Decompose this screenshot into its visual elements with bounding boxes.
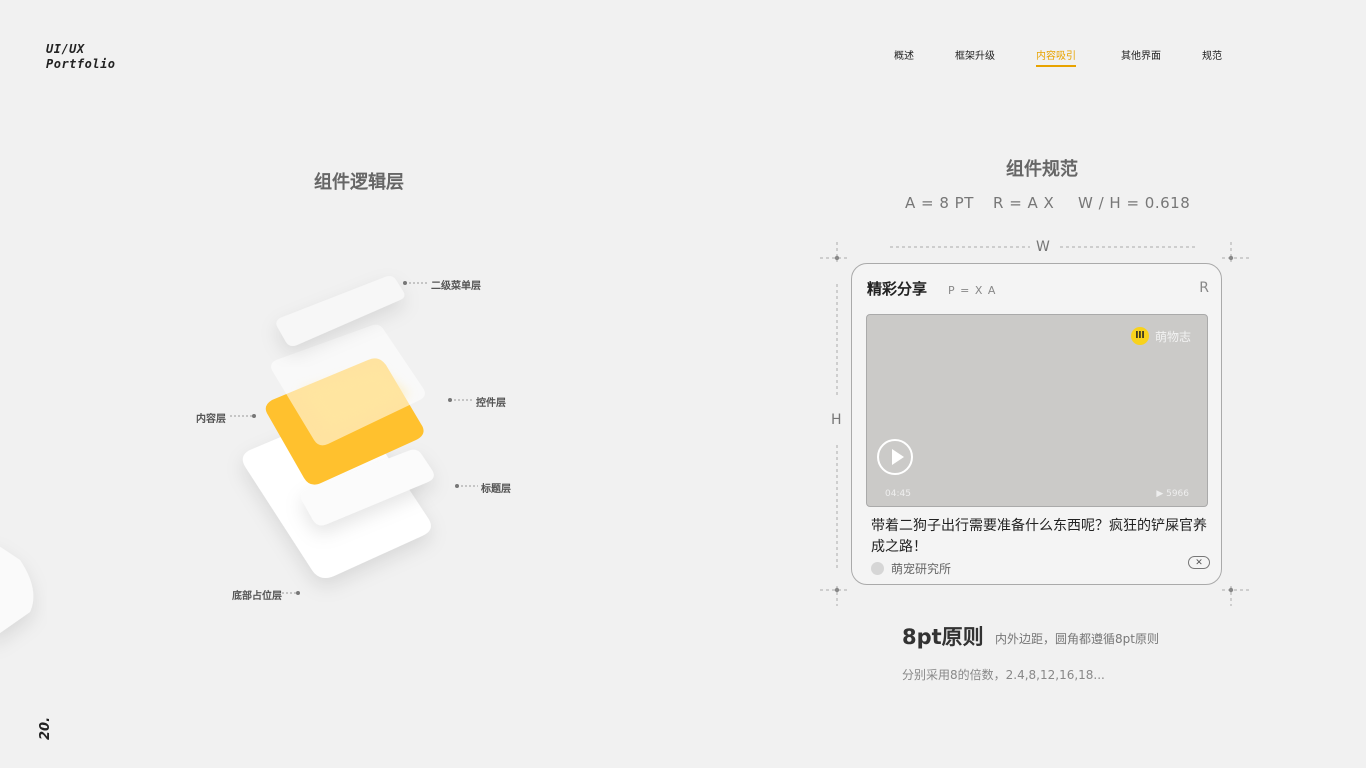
principle-note: 分别采用8的倍数，2.4,8,12,16,18... bbox=[902, 668, 1105, 682]
video-thumbnail[interactable]: lll 萌物志 04:45 ▶ 5966 bbox=[866, 314, 1208, 507]
play-icon[interactable] bbox=[877, 439, 913, 475]
principle-subtitle: 内外边距，圆角都遵循8pt原则 bbox=[995, 632, 1159, 646]
content-card[interactable]: 精彩分享 P = X A R lll 萌物志 04:45 ▶ 5966 带着二狗… bbox=[851, 263, 1222, 585]
card-title: 精彩分享 bbox=[867, 280, 928, 298]
card-author[interactable]: 萌宠研究所 bbox=[871, 560, 951, 577]
author-name: 萌宠研究所 bbox=[891, 562, 952, 576]
padding-annotation: P = X A bbox=[948, 284, 997, 297]
width-label: W bbox=[1036, 239, 1050, 255]
video-brand: lll 萌物志 bbox=[1130, 327, 1191, 345]
card-description[interactable]: 带着二狗子出行需要准备什么东西呢？疯狂的铲屎官养成之路！ bbox=[871, 516, 1211, 558]
brand-logo-icon: lll bbox=[1130, 327, 1149, 345]
author-avatar bbox=[871, 562, 884, 575]
dismiss-button[interactable]: ✕ bbox=[1188, 556, 1210, 569]
radius-annotation: R bbox=[1199, 280, 1209, 296]
brand-name: 萌物志 bbox=[1154, 329, 1191, 344]
principle-title: 8pt原则 bbox=[902, 625, 984, 649]
view-count: ▶ 5966 bbox=[1156, 489, 1189, 499]
height-label: H bbox=[831, 412, 842, 428]
video-duration: 04:45 bbox=[885, 489, 911, 499]
